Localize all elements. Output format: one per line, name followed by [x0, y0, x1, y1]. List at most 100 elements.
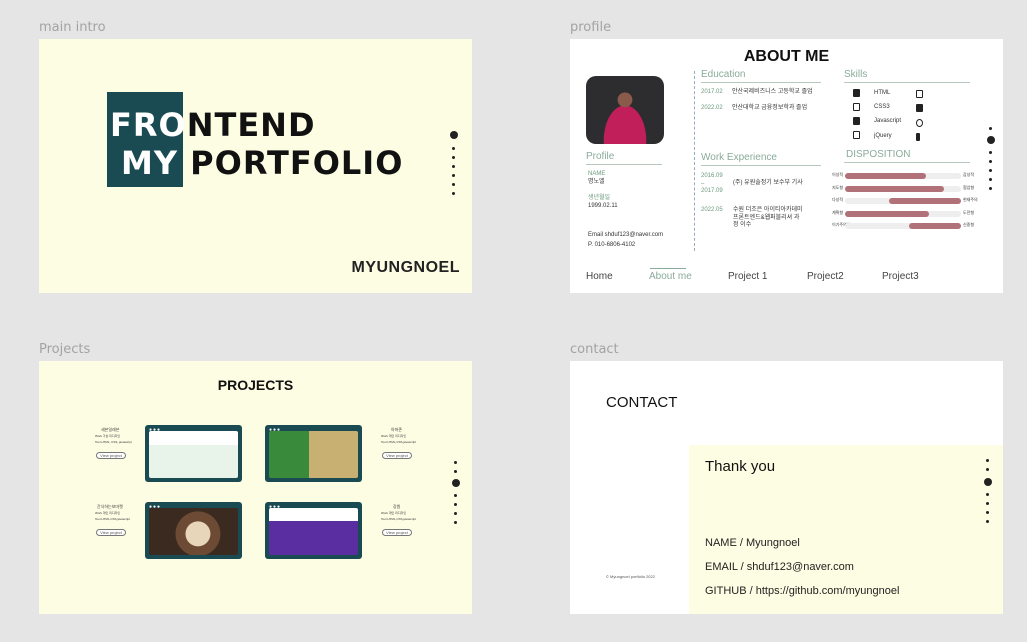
- page-dot[interactable]: [986, 520, 989, 523]
- thank-you-text: Thank you: [705, 458, 776, 475]
- page-indicator[interactable]: [983, 459, 993, 529]
- page-dot-active[interactable]: [450, 131, 458, 139]
- disposition-right-label: 도전형: [963, 209, 975, 215]
- disposition-bar-fill: [908, 223, 961, 229]
- nav-project-2[interactable]: Project2: [807, 271, 844, 282]
- page-dot[interactable]: [989, 187, 992, 190]
- project-name: 간식하는보마켓: [97, 504, 123, 509]
- window-dots-icon: ●●●: [269, 427, 282, 433]
- project-thumbnail[interactable]: ●●●: [265, 502, 362, 559]
- disposition-bar-fill: [845, 210, 929, 217]
- project-preview: [269, 431, 358, 478]
- page-dot[interactable]: [989, 160, 992, 163]
- work-text: (주) 유원솔정기 보수부 기사: [733, 180, 803, 186]
- education-date: 2017.02: [701, 89, 723, 95]
- intro-frame[interactable]: FRONTEND MY PORTFOLIO MYUNGNOEL: [39, 39, 472, 293]
- page-dot[interactable]: [989, 169, 992, 172]
- frame-label-intro: main intro: [39, 20, 106, 35]
- view-project-button[interactable]: View project: [96, 452, 126, 459]
- contact-github[interactable]: GITHUB / https://github.com/myungnoel: [705, 585, 899, 597]
- page-dot[interactable]: [452, 174, 455, 177]
- disposition-left-label: 지도형: [832, 184, 844, 190]
- html-file-icon: [853, 89, 860, 97]
- page-dot[interactable]: [986, 493, 989, 496]
- column-divider: [694, 71, 695, 251]
- frame-label-contact: contact: [570, 342, 619, 357]
- disposition-bar: [845, 198, 961, 204]
- project-thumbnail[interactable]: ●●●: [145, 502, 242, 559]
- nav-project-1[interactable]: Project 1: [728, 271, 767, 282]
- page-dot[interactable]: [986, 459, 989, 462]
- page-dot[interactable]: [986, 511, 989, 514]
- project-info: Tool HTML,CSS,javascript: [381, 517, 417, 521]
- css-file-icon: [853, 103, 860, 111]
- nav-project-3[interactable]: Project3: [882, 271, 919, 282]
- page-indicator[interactable]: [451, 461, 461, 531]
- skill-name: HTML: [874, 90, 891, 96]
- nav-home[interactable]: Home: [586, 271, 613, 282]
- page-indicator[interactable]: [449, 131, 459, 201]
- disposition-left-label: 다성적: [832, 197, 844, 202]
- page-dot[interactable]: [989, 127, 992, 130]
- disposition-bar-fill: [845, 185, 944, 192]
- disposition-bar: [845, 185, 961, 192]
- work-date: 2016.09 – 2017.09: [701, 173, 723, 194]
- page-dot[interactable]: [452, 147, 455, 150]
- name-value: 명노엘: [588, 179, 605, 185]
- page-dot[interactable]: [454, 503, 457, 506]
- hero-text-my: MY: [121, 144, 179, 182]
- page-dot-active[interactable]: [984, 478, 992, 486]
- page-dot[interactable]: [452, 192, 455, 195]
- divider: [586, 164, 662, 165]
- name-label: NAME: [588, 171, 606, 177]
- page-dot[interactable]: [454, 470, 457, 473]
- page-dot[interactable]: [989, 178, 992, 181]
- disposition-bar-fill: [845, 173, 927, 179]
- project-info: Tool HTML,CSS,javascript: [95, 517, 131, 521]
- jquery-icon: [853, 131, 860, 139]
- nav-about-me[interactable]: About me: [649, 271, 692, 282]
- contact-frame[interactable]: CONTACT © Myungnoel portfolio 2022 Thank…: [570, 361, 1003, 614]
- education-text: 안산국제비즈니스 고등학교 졸업: [732, 89, 813, 95]
- page-dot[interactable]: [454, 494, 457, 497]
- copyright-text: © Myungnoel portfolio 2022: [606, 574, 655, 579]
- disposition-left-label: 계획형: [832, 209, 844, 215]
- view-project-button[interactable]: View project: [382, 529, 412, 536]
- disposition-heading: DISPOSITION: [846, 149, 911, 160]
- page-indicator[interactable]: [986, 127, 996, 197]
- page-dot[interactable]: [452, 183, 455, 186]
- page-dot[interactable]: [452, 156, 455, 159]
- project-thumbnail[interactable]: ●●●: [145, 425, 242, 482]
- page-dot[interactable]: [986, 468, 989, 471]
- page-dot-active[interactable]: [452, 479, 460, 487]
- view-project-button[interactable]: View project: [382, 452, 412, 459]
- page-dot-active[interactable]: [987, 136, 995, 144]
- project-preview: [149, 508, 238, 555]
- projects-frame[interactable]: PROJECTS 세븐일레븐 Work 가상 리디자인 Tool HTML, C…: [39, 361, 472, 614]
- page-dot[interactable]: [454, 461, 457, 464]
- disposition-bar: [845, 223, 961, 229]
- page-dot[interactable]: [454, 521, 457, 524]
- view-project-button[interactable]: View project: [96, 529, 126, 536]
- contact-title: CONTACT: [606, 394, 678, 411]
- page-dot[interactable]: [989, 151, 992, 154]
- project-info: Tool HTML,CSS,javascript: [381, 440, 417, 444]
- divider: [844, 162, 970, 163]
- window-dots-icon: ●●●: [149, 504, 162, 510]
- education-date: 2022.02: [701, 105, 723, 111]
- page-dot[interactable]: [986, 502, 989, 505]
- project-info: Work 개인 리디자인: [381, 434, 407, 438]
- skill-name: jQuery: [874, 133, 892, 139]
- page-dot[interactable]: [454, 512, 457, 515]
- profile-frame[interactable]: ABOUT ME Profile NAME 명노엘 생년월일 1999.02.1…: [570, 39, 1003, 293]
- contact-email[interactable]: EMAIL / shduf123@naver.com: [705, 561, 854, 573]
- project-name: 아마존: [391, 427, 403, 432]
- about-title: ABOUT ME: [743, 48, 830, 65]
- project-name: 세븐일레븐: [101, 427, 120, 432]
- project-preview: [149, 431, 238, 478]
- page-dot[interactable]: [452, 165, 455, 168]
- hero-text-fro: FRO: [110, 106, 187, 144]
- project-info: Work 개인 리디자인: [381, 511, 407, 515]
- project-thumbnail[interactable]: ●●●: [265, 425, 362, 482]
- frame-label-profile: profile: [570, 20, 612, 35]
